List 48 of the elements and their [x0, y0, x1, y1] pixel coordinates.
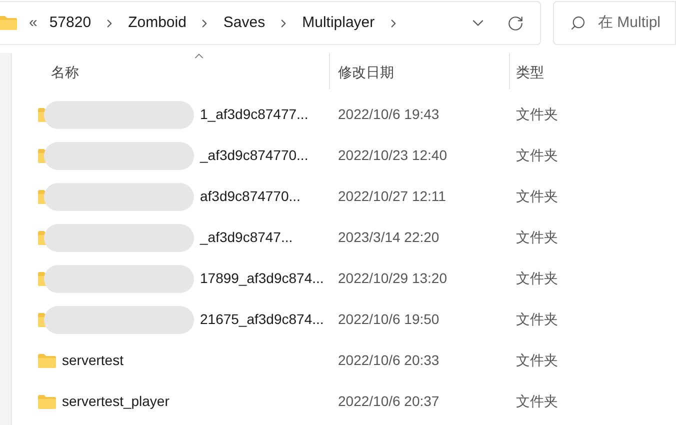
file-name[interactable]: servertest_player: [62, 391, 170, 412]
file-name[interactable]: 1_af3d9c87477...: [200, 104, 308, 125]
file-row[interactable]: _af3d9c874770... 2022/10/23 12:40 文件夹: [12, 135, 676, 176]
date-cell-text: 2022/10/6 20:37: [337, 392, 440, 411]
file-row[interactable]: af3d9c874770... 2022/10/27 12:11 文件夹: [12, 176, 676, 217]
type-cell-text: 文件夹: [515, 392, 559, 411]
refresh-icon[interactable]: [507, 14, 524, 32]
file-name[interactable]: af3d9c874770...: [200, 186, 300, 207]
type-cell-text: 文件夹: [515, 228, 559, 247]
breadcrumb[interactable]: Multiplayer: [302, 12, 375, 34]
column-header[interactable]: 类型: [510, 53, 650, 89]
file-name[interactable]: 17899_af3d9c874...: [200, 268, 324, 289]
file-name[interactable]: servertest: [62, 350, 124, 371]
address-bar[interactable]: « 57820 Zomboid Saves Multiplayer: [0, 1, 541, 45]
date-cell-text: 2023/3/14 22:20: [337, 228, 440, 247]
type-cell-text: 文件夹: [515, 187, 559, 206]
folder-icon: [0, 16, 17, 30]
search-field[interactable]: 在 Multipl: [553, 1, 676, 45]
breadcrumb[interactable]: 57820: [49, 12, 92, 34]
folder-icon: [38, 394, 56, 408]
date-cell-text: 2022/10/6 19:50: [337, 310, 440, 329]
type-cell-text: 文件夹: [515, 146, 559, 165]
file-row[interactable]: 17899_af3d9c874... 2022/10/29 13:20 文件夹: [12, 258, 676, 299]
file-row[interactable]: servertest_player 2022/10/6 20:37 文件夹: [12, 381, 676, 422]
type-cell-text: 文件夹: [515, 310, 559, 329]
type-cell-text: 文件夹: [515, 351, 559, 370]
column-header[interactable]: 名称: [12, 53, 330, 89]
file-row[interactable]: 21675_af3d9c874... 2022/10/6 19:50 文件夹: [12, 299, 676, 340]
breadcrumb[interactable]: Zomboid: [128, 12, 186, 34]
file-row[interactable]: _af3d9c8747... 2023/3/14 22:20 文件夹: [12, 217, 676, 258]
date-cell-text: 2022/10/23 12:40: [337, 146, 448, 165]
type-cell-text: 文件夹: [515, 269, 559, 288]
file-name[interactable]: _af3d9c874770...: [200, 145, 308, 166]
type-cell-text: 文件夹: [515, 105, 559, 124]
file-row[interactable]: 1_af3d9c87477... 2022/10/6 19:43 文件夹: [12, 94, 676, 135]
search-placeholder: 在 Multipl: [598, 12, 661, 33]
date-cell-text: 2022/10/6 19:43: [337, 105, 440, 124]
column-header[interactable]: 修改日期: [330, 53, 510, 89]
date-cell-text: 2022/10/6 20:33: [337, 351, 440, 370]
folder-icon: [38, 354, 56, 368]
file-name[interactable]: 21675_af3d9c874...: [200, 309, 324, 330]
file-name[interactable]: _af3d9c8747...: [200, 227, 293, 248]
file-row[interactable]: servertest 2022/10/6 20:33 文件夹: [12, 340, 676, 381]
date-cell-text: 2022/10/27 12:11: [337, 187, 447, 206]
date-cell-text: 2022/10/29 13:20: [337, 269, 448, 288]
overflow-chevrons[interactable]: «: [29, 12, 38, 34]
breadcrumb[interactable]: Saves: [223, 12, 266, 34]
search-icon: [570, 15, 586, 31]
